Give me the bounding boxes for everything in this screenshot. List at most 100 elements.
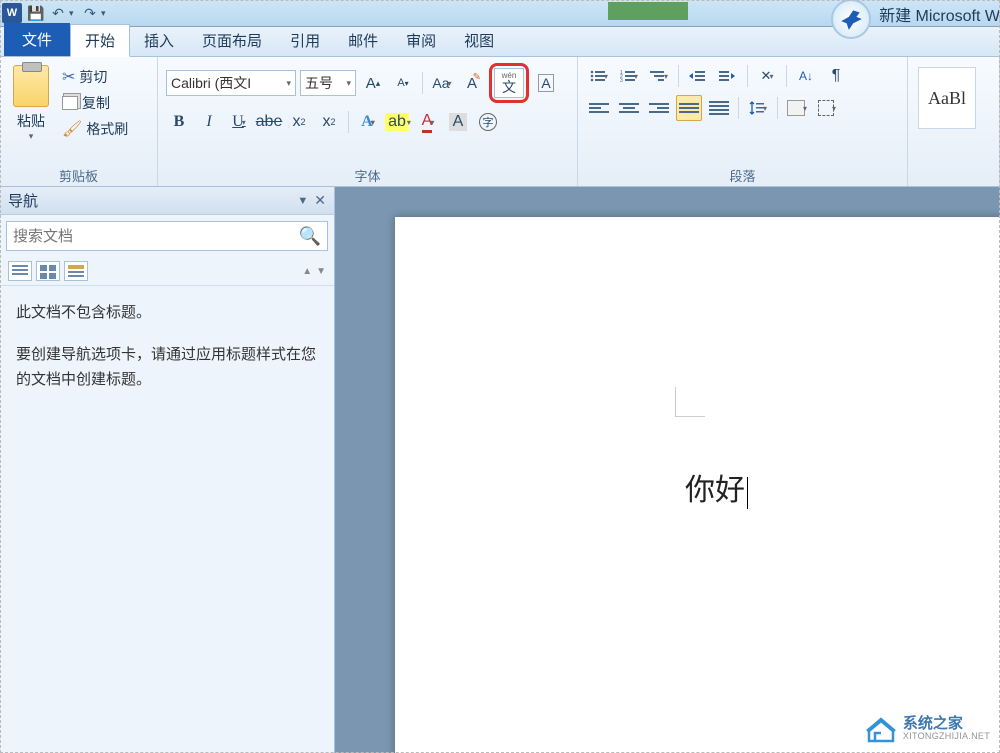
tab-review[interactable]: 审阅 [392, 25, 450, 56]
show-marks-button[interactable]: ¶ [823, 63, 849, 89]
character-shading-button[interactable]: A [445, 109, 471, 135]
cut-button[interactable]: ✂剪切 [62, 67, 128, 87]
tab-mailings[interactable]: 邮件 [334, 25, 392, 56]
group-font: Calibri (西文I▾ 五号▾ A▴ A▾ Aa▾ A✎ wén 文 A B… [158, 57, 578, 186]
strikethrough-button[interactable]: abe [256, 109, 282, 135]
clear-formatting-button[interactable]: A✎ [459, 70, 485, 96]
qat-customize-dropdown-icon[interactable]: ▾ [101, 8, 111, 19]
align-center-button[interactable] [616, 95, 642, 121]
nav-dropdown-icon[interactable]: ▼ [297, 195, 308, 207]
separator [777, 97, 778, 119]
qat-undo-dropdown-icon[interactable]: ▾ [69, 8, 79, 19]
nav-search-box[interactable]: 🔍 [6, 221, 328, 251]
character-border-button[interactable]: A [533, 70, 559, 96]
nav-expand-icon[interactable]: ▲ [302, 266, 312, 277]
watermark-logo-icon [865, 715, 897, 743]
group-styles-label [914, 166, 993, 186]
tab-page-layout[interactable]: 页面布局 [188, 25, 276, 56]
document-area[interactable]: 你好 [335, 187, 1000, 753]
title-right: 新建 Microsoft W [831, 0, 1000, 27]
work-area: 导航 ▼ ✕ 🔍 ▲ ▼ 此文档不包含标题。 要创建导航选项卡，请通过应用标题样… [0, 187, 1000, 753]
text-effects-button[interactable]: A▾ [355, 109, 381, 135]
scissors-icon: ✂ [62, 67, 75, 87]
tab-view[interactable]: 视图 [450, 25, 508, 56]
bird-logo-icon [831, 0, 871, 39]
separator [786, 65, 787, 87]
watermark-text-en: XITONGZHIJIA.NET [903, 732, 990, 742]
change-case-button[interactable]: Aa▾ [429, 70, 455, 96]
word-app-icon: W [2, 3, 22, 23]
watermark: 系统之家 XITONGZHIJIA.NET [865, 715, 990, 743]
enclose-characters-button[interactable]: 字 [475, 109, 501, 135]
grow-font-button[interactable]: A▴ [360, 70, 386, 96]
align-left-button[interactable] [586, 95, 612, 121]
tab-file[interactable]: 文件 [4, 23, 70, 56]
font-name-combo[interactable]: Calibri (西文I▾ [166, 70, 296, 96]
search-icon[interactable]: 🔍 [299, 226, 321, 247]
background-window-tag [608, 2, 688, 20]
nav-view-headings[interactable] [8, 261, 32, 281]
format-painter-label: 格式刷 [86, 119, 128, 139]
svg-text:3: 3 [620, 78, 623, 83]
align-right-button[interactable] [646, 95, 672, 121]
qat-undo-icon[interactable]: ↶ [47, 2, 69, 24]
group-paragraph: ▾ 123▾ ▾ ✕▾ A↓ ¶ ▾ ▾ [578, 57, 908, 186]
separator [747, 65, 748, 87]
subscript-button[interactable]: x2 [286, 109, 312, 135]
nav-empty-msg-2: 要创建导航选项卡，请通过应用标题样式在您的文档中创建标题。 [16, 342, 318, 393]
copy-button[interactable]: 复制 [62, 93, 128, 113]
circled-char-icon: 字 [479, 113, 497, 131]
format-painter-button[interactable]: 🖌格式刷 [62, 119, 128, 139]
highlight-icon: ab [385, 113, 409, 131]
nav-empty-msg-1: 此文档不包含标题。 [16, 300, 318, 326]
highlight-button[interactable]: ab▾ [385, 109, 411, 135]
cut-label: 剪切 [79, 67, 107, 87]
decrease-indent-button[interactable] [685, 63, 711, 89]
phonetic-guide-button[interactable]: wén 文 [494, 68, 524, 98]
borders-button[interactable]: ▾ [814, 95, 840, 121]
copy-icon [62, 96, 78, 110]
tab-insert[interactable]: 插入 [130, 25, 188, 56]
ribbon: 粘贴 ▾ ✂剪切 复制 🖌格式刷 剪贴板 Calibri (西文I▾ 五号▾ A… [0, 57, 1000, 187]
qat-save-icon[interactable]: 💾 [25, 2, 47, 24]
numbering-button[interactable]: 123▾ [616, 63, 642, 89]
underline-button[interactable]: U▾ [226, 109, 252, 135]
document-page[interactable]: 你好 [395, 217, 1000, 753]
tab-references[interactable]: 引用 [276, 25, 334, 56]
sort-button[interactable]: A↓ [793, 63, 819, 89]
separator [678, 65, 679, 87]
font-size-value: 五号 [305, 73, 333, 93]
group-paragraph-label: 段落 [584, 166, 901, 186]
bullets-button[interactable]: ▾ [586, 63, 612, 89]
separator [738, 97, 739, 119]
superscript-button[interactable]: x2 [316, 109, 342, 135]
brush-icon: 🖌 [62, 119, 82, 139]
bold-button[interactable]: B [166, 109, 192, 135]
watermark-text-cn: 系统之家 [903, 716, 990, 733]
search-input[interactable] [13, 228, 299, 245]
qat-redo-icon[interactable]: ↷ [79, 2, 101, 24]
nav-view-pages[interactable] [36, 261, 60, 281]
asian-layout-button[interactable]: ✕▾ [754, 63, 780, 89]
navigation-header: 导航 ▼ ✕ [0, 187, 334, 215]
line-spacing-button[interactable]: ▾ [745, 95, 771, 121]
paste-button[interactable]: 粘贴 ▾ [6, 61, 56, 166]
nav-view-results[interactable] [64, 261, 88, 281]
align-justify-button[interactable] [676, 95, 702, 121]
nav-close-icon[interactable]: ✕ [314, 192, 326, 209]
navigation-title: 导航 [8, 190, 38, 211]
nav-collapse-icon[interactable]: ▼ [316, 266, 326, 277]
font-color-button[interactable]: A▾ [415, 109, 441, 135]
italic-button[interactable]: I [196, 109, 222, 135]
shrink-font-button[interactable]: A▾ [390, 70, 416, 96]
shading-button[interactable]: ▾ [784, 95, 810, 121]
document-text[interactable]: 你好 [685, 465, 748, 509]
increase-indent-button[interactable] [715, 63, 741, 89]
font-size-combo[interactable]: 五号▾ [300, 70, 356, 96]
tab-home[interactable]: 开始 [70, 24, 130, 57]
phonetic-char: 文 [502, 80, 516, 94]
multilevel-list-button[interactable]: ▾ [646, 63, 672, 89]
style-normal[interactable]: AaBl [918, 67, 976, 129]
window-title: 新建 Microsoft W [879, 2, 1000, 26]
distributed-button[interactable] [706, 95, 732, 121]
